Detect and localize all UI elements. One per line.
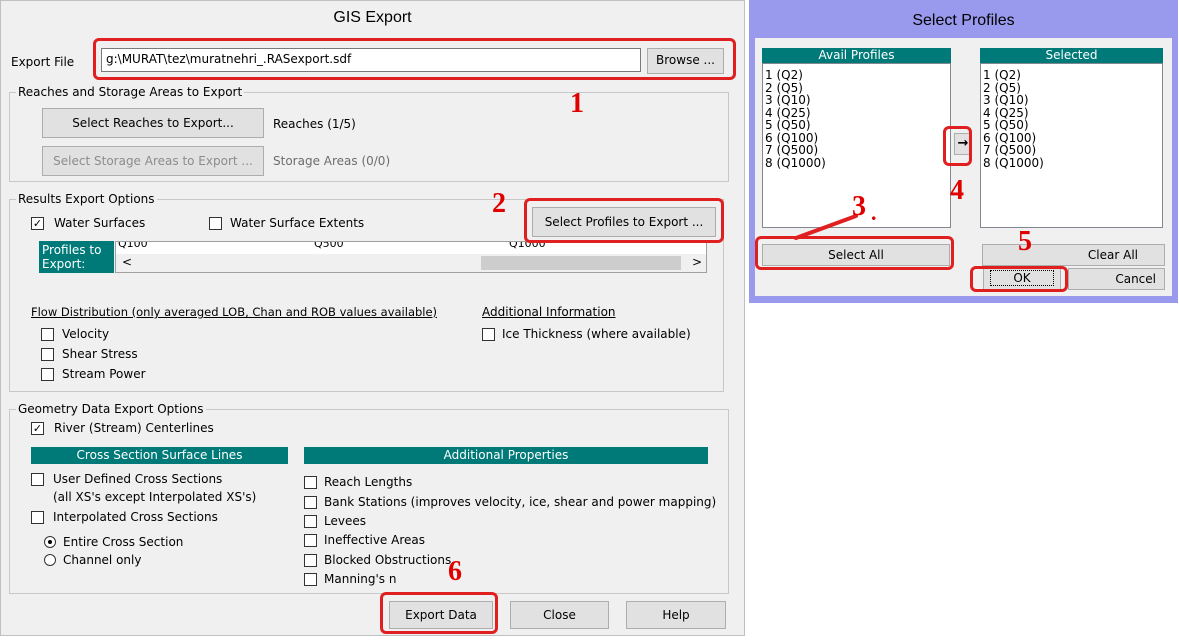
ineffective-areas-checkbox[interactable]	[304, 534, 317, 547]
annotation-box-export-data	[380, 592, 498, 634]
cancel-button[interactable]: Cancel	[1068, 268, 1165, 290]
ineffective-areas-label: Ineffective Areas	[324, 533, 425, 547]
shear-stress-label: Shear Stress	[62, 347, 138, 361]
annotation-number-2: 2	[492, 188, 506, 219]
clear-all-button[interactable]: Clear All	[982, 244, 1165, 266]
profiles-strip[interactable]: Q100 Q500 Q1000 < >	[115, 241, 707, 273]
annotation-box-export-file	[93, 38, 736, 80]
selected-profiles-header: Selected	[980, 48, 1163, 63]
interpolated-xs-label: Interpolated Cross Sections	[53, 510, 218, 524]
storage-areas-count: Storage Areas (0/0)	[273, 154, 391, 168]
annotation-box-ok	[970, 266, 1068, 292]
gis-export-window: GIS Export Export File g:\MURAT\tez\mura…	[0, 0, 745, 636]
velocity-checkbox[interactable]	[41, 328, 54, 341]
annotation-number-5: 5	[1018, 226, 1032, 257]
reaches-count: Reaches (1/5)	[273, 117, 356, 131]
ice-thickness-label: Ice Thickness (where available)	[502, 327, 691, 341]
results-group-label: Results Export Options	[16, 192, 157, 206]
annotation-number-3: 3	[852, 191, 866, 222]
annotation-dot-3: .	[871, 200, 877, 225]
selected-profiles-list[interactable]: 1 (Q2) 2 (Q5) 3 (Q10) 4 (Q25) 5 (Q50) 6 …	[980, 63, 1163, 228]
user-defined-xs-checkbox[interactable]	[31, 473, 44, 486]
list-item[interactable]: 8 (Q1000)	[763, 156, 950, 170]
close-button[interactable]: Close	[510, 601, 609, 629]
user-defined-xs-sublabel: (all XS's except Interpolated XS's)	[53, 490, 257, 504]
mannings-n-label: Manning's n	[324, 572, 397, 586]
annotation-number-1: 1	[570, 88, 584, 119]
water-surface-extents-checkbox[interactable]	[209, 217, 222, 230]
list-item[interactable]: 1 (Q2)	[981, 69, 1162, 82]
additional-information-label: Additional Information	[482, 305, 616, 319]
user-defined-xs-label: User Defined Cross Sections	[53, 472, 223, 486]
reach-lengths-label: Reach Lengths	[324, 475, 413, 489]
entire-xs-label: Entire Cross Section	[63, 535, 184, 549]
scroll-left-arrow[interactable]: <	[122, 255, 132, 269]
profile-strip-item: Q100	[118, 241, 148, 250]
stream-power-checkbox[interactable]	[41, 368, 54, 381]
river-centerlines-label: River (Stream) Centerlines	[54, 421, 214, 435]
blocked-obstructions-label: Blocked Obstructions	[324, 553, 452, 567]
interpolated-xs-checkbox[interactable]	[31, 511, 44, 524]
stream-power-label: Stream Power	[62, 367, 146, 381]
profile-strip-item: Q500	[314, 241, 344, 250]
reaches-group-label: Reaches and Storage Areas to Export	[16, 85, 245, 99]
xs-surface-lines-header: Cross Section Surface Lines	[31, 447, 288, 464]
levees-label: Levees	[324, 514, 366, 528]
annotation-arrow-line	[794, 214, 858, 240]
additional-properties-header: Additional Properties	[304, 447, 708, 464]
blocked-obstructions-checkbox[interactable]	[304, 554, 317, 567]
avail-profiles-header: Avail Profiles	[762, 48, 951, 63]
annotation-number-4: 4	[950, 175, 964, 206]
annotation-box-arrow	[943, 126, 972, 166]
river-centerlines-checkbox[interactable]: ✓	[31, 422, 44, 435]
ice-thickness-checkbox[interactable]	[482, 328, 495, 341]
list-item[interactable]: 7 (Q500)	[981, 144, 1162, 157]
water-surfaces-label: Water Surfaces	[54, 216, 146, 230]
flow-distribution-label: Flow Distribution (only averaged LOB, Ch…	[31, 305, 438, 319]
water-surface-extents-label: Water Surface Extents	[230, 216, 365, 230]
scroll-right-arrow[interactable]: >	[692, 255, 702, 269]
channel-only-radio[interactable]	[44, 554, 56, 566]
reach-lengths-checkbox[interactable]	[304, 476, 317, 489]
velocity-label: Velocity	[62, 327, 110, 341]
list-item[interactable]: 5 (Q50)	[981, 119, 1162, 132]
export-file-label: Export File	[11, 55, 75, 69]
list-item[interactable]: 5 (Q50)	[763, 119, 950, 132]
mannings-n-checkbox[interactable]	[304, 573, 317, 586]
list-item[interactable]: 3 (Q10)	[763, 94, 950, 107]
list-item[interactable]: 1 (Q2)	[763, 69, 950, 82]
list-item[interactable]: 7 (Q500)	[763, 144, 950, 157]
select-reaches-button[interactable]: Select Reaches to Export...	[42, 108, 264, 138]
select-profiles-title: Select Profiles	[912, 12, 1015, 29]
list-item[interactable]: 3 (Q10)	[981, 94, 1162, 107]
select-storage-areas-button[interactable]: Select Storage Areas to Export ...	[42, 146, 264, 176]
horizontal-scrollbar[interactable]: < >	[116, 254, 706, 272]
window-title: GIS Export	[333, 9, 412, 26]
channel-only-label: Channel only	[63, 553, 142, 567]
profiles-to-export-text: Profiles to Export:	[42, 243, 102, 271]
annotation-number-6: 6	[448, 556, 462, 587]
scroll-thumb[interactable]	[481, 256, 681, 270]
entire-xs-radio[interactable]	[44, 536, 56, 548]
profiles-to-export-label: Profiles to Export:	[39, 241, 114, 273]
list-item[interactable]: 8 (Q1000)	[981, 156, 1162, 170]
help-button[interactable]: Help	[626, 601, 726, 629]
bank-stations-label: Bank Stations (improves velocity, ice, s…	[324, 495, 717, 509]
annotation-box-select-profiles	[524, 198, 724, 243]
water-surfaces-checkbox[interactable]: ✓	[31, 217, 44, 230]
shear-stress-checkbox[interactable]	[41, 348, 54, 361]
bank-stations-checkbox[interactable]	[304, 496, 317, 509]
geometry-group-label: Geometry Data Export Options	[16, 402, 206, 416]
levees-checkbox[interactable]	[304, 515, 317, 528]
